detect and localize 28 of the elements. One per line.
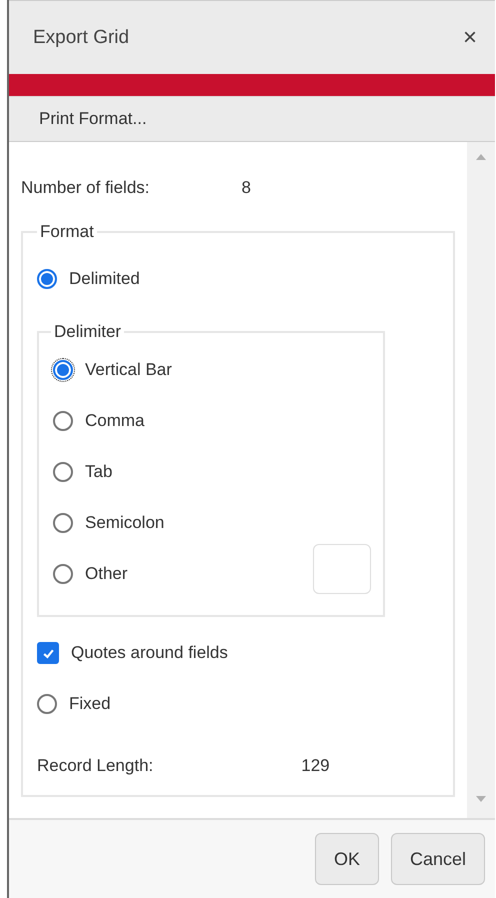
field-value: 129 xyxy=(301,756,330,776)
group-legend: Delimiter xyxy=(51,322,124,342)
option-label: Comma xyxy=(85,410,145,430)
group-legend: Format xyxy=(37,222,97,242)
option-label: Fixed xyxy=(69,694,111,714)
checkbox[interactable] xyxy=(37,642,59,664)
option-label: Tab xyxy=(85,462,112,482)
option-label: Quotes around fields xyxy=(71,643,228,663)
radio-button[interactable] xyxy=(37,694,57,714)
radio-button[interactable] xyxy=(53,564,73,584)
option-label: Vertical Bar xyxy=(85,360,172,380)
radio-button[interactable] xyxy=(37,269,57,289)
option-label: Delimited xyxy=(69,269,140,289)
field-value: 8 xyxy=(242,178,251,199)
radio-button[interactable] xyxy=(53,360,73,380)
window-title: Export Grid xyxy=(33,26,130,48)
radio-button[interactable] xyxy=(53,410,73,430)
print-format-button[interactable]: Print Format... xyxy=(9,96,495,142)
option-label: Other xyxy=(85,564,128,584)
dialog-button[interactable]: Cancel xyxy=(390,833,485,885)
input-field[interactable] xyxy=(313,544,371,594)
radio-button[interactable] xyxy=(53,462,73,482)
field-label: Record Length: xyxy=(37,756,154,776)
radio-button[interactable] xyxy=(53,512,73,532)
dialog-button[interactable]: OK xyxy=(314,833,379,885)
field-label: Number of fields: xyxy=(21,178,150,199)
close-button[interactable]: × xyxy=(458,24,481,52)
option-label: Semicolon xyxy=(85,512,164,532)
